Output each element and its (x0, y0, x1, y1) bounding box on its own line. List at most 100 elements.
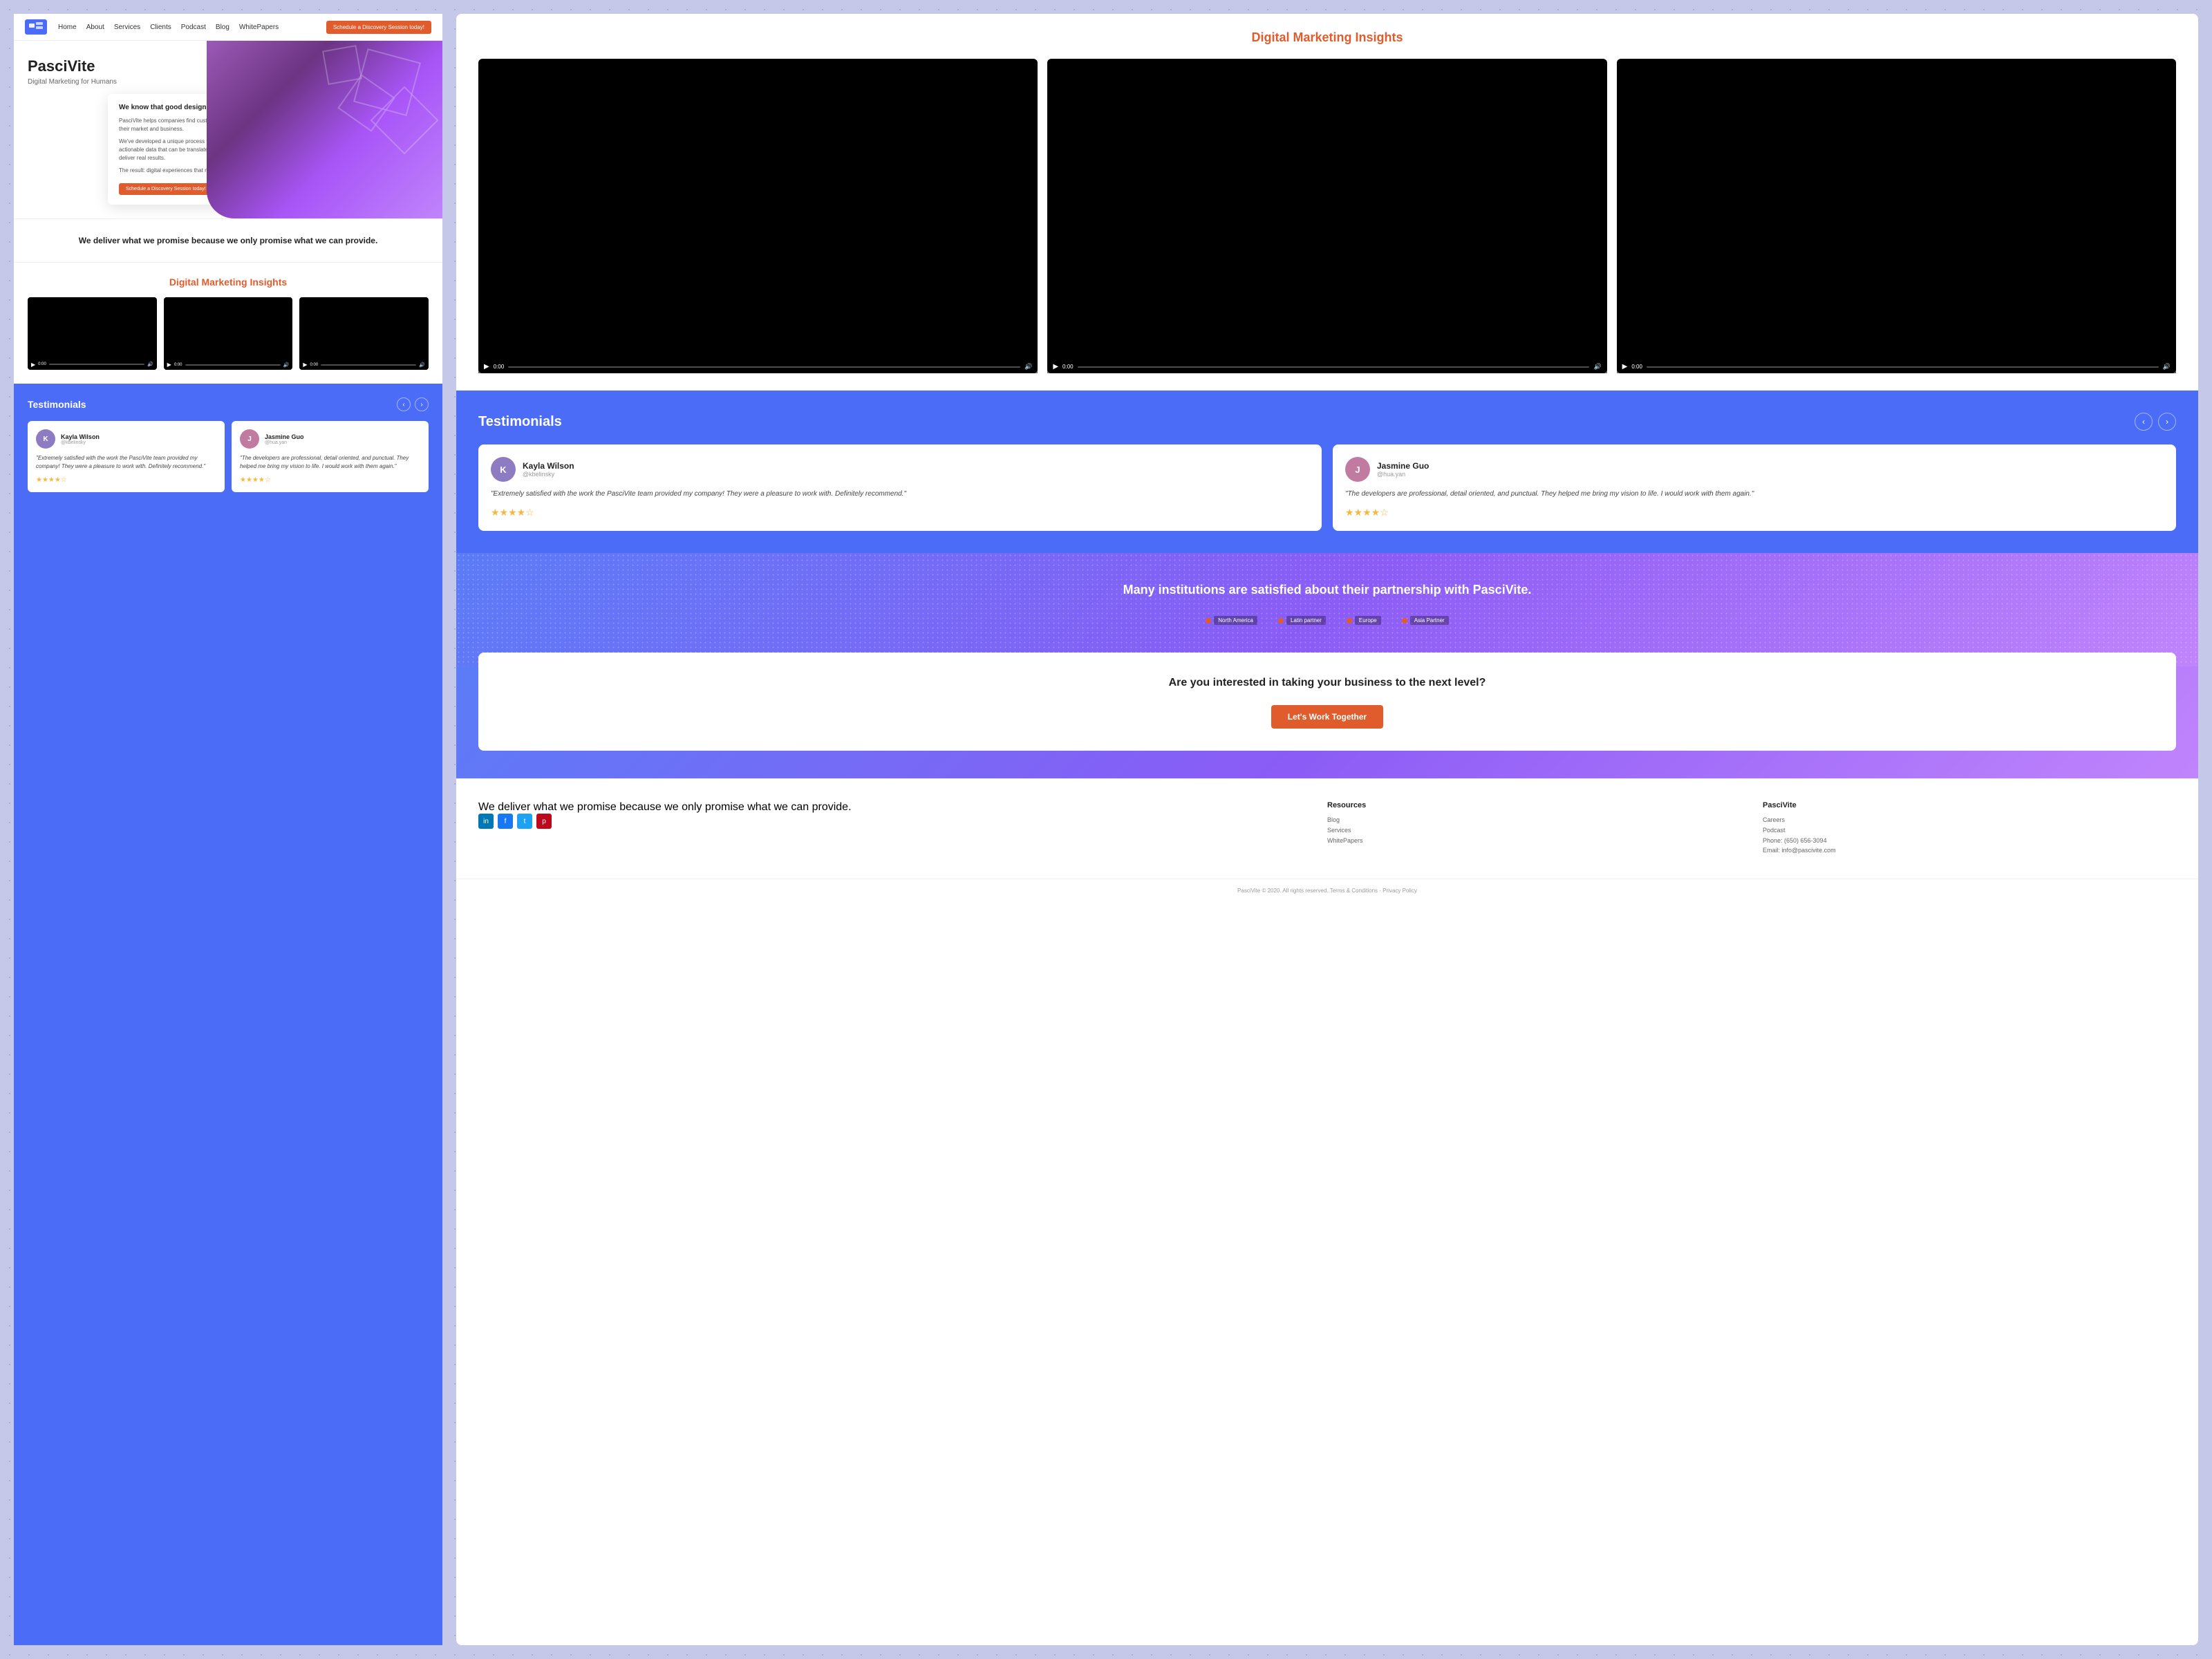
play-icon-3[interactable]: ▶ (303, 362, 307, 368)
testimonials-header-left: Testimonials ‹ › (28, 397, 429, 411)
reviewer-1-left: K Kayla Wilson @kbelinsky (36, 429, 216, 449)
hero-cta-button[interactable]: Schedule a Discovery Session today! (119, 183, 213, 195)
reviewer-name-2-left: Jasmine Guo (265, 433, 304, 440)
reviewer-role-1-right: @kbelinsky (523, 471, 574, 478)
testimonial-card-1-right: K Kayla Wilson @kbelinsky "Extremely sat… (478, 444, 1322, 531)
insights-section-left: Digital Marketing Insights ▶ 0:00 🔊 ▶ 0:… (14, 262, 442, 384)
stars-1-left: ★★★★☆ (36, 476, 216, 484)
next-testimonial-left[interactable]: › (415, 397, 429, 411)
footer-link-services[interactable]: Services (1327, 827, 1741, 834)
play-icon-r2[interactable]: ▶ (1053, 363, 1058, 371)
time-r3: 0:00 (1631, 364, 1642, 370)
marker-dot-2 (1278, 618, 1284, 624)
nav-podcast[interactable]: Podcast (181, 24, 206, 31)
play-icon-r3[interactable]: ▶ (1622, 363, 1628, 371)
testimonial-cards-left: K Kayla Wilson @kbelinsky "Extremely sat… (28, 421, 429, 492)
volume-icon-3[interactable]: 🔊 (419, 362, 425, 368)
nav-whitepapers[interactable]: WhitePapers (239, 24, 279, 31)
testimonial-text-1-right: "Extremely satisfied with the work the P… (491, 489, 1309, 500)
testimonials-nav-right: ‹ › (2135, 413, 2176, 431)
map-dots-background (456, 553, 2198, 666)
prev-testimonial-left[interactable]: ‹ (397, 397, 411, 411)
reviewer-name-1-right: Kayla Wilson (523, 461, 574, 471)
nav-home[interactable]: Home (58, 24, 77, 31)
insights-title-right: Digital Marketing Insights (478, 30, 2176, 45)
testimonials-title-right: Testimonials (478, 414, 562, 430)
marker-label-3: Europe (1355, 616, 1381, 625)
nav-clients[interactable]: Clients (150, 24, 171, 31)
hero-subtitle: Digital Marketing for Humans (28, 78, 208, 86)
reviewer-role-2-left: @hua.yan (265, 440, 304, 445)
social-facebook[interactable]: f (498, 814, 513, 829)
video-1-controls-right: ▶ 0:00 🔊 (478, 360, 1038, 373)
decorative-shape-3 (322, 45, 362, 85)
testimonial-card-2-left: J Jasmine Guo @hua.yan "The developers a… (232, 421, 429, 492)
prev-testimonial-right[interactable]: ‹ (2135, 413, 2153, 431)
hero-content: PasciVite Digital Marketing for Humans (28, 57, 208, 86)
map-markers-right: North America Latin partner Europe Asia … (478, 616, 2176, 625)
promise-text: We deliver what we promise because we on… (28, 236, 429, 245)
volume-icon-1[interactable]: 🔊 (147, 362, 153, 367)
video-3-left[interactable]: ▶ 0:00 🔊 (299, 297, 429, 370)
video-3-controls-right: ▶ 0:00 🔊 (1617, 360, 2176, 373)
footer-bottom: PasciVite © 2020. All rights reserved. T… (456, 879, 2198, 902)
play-icon-r1[interactable]: ▶ (484, 363, 489, 371)
social-pinterest[interactable]: p (536, 814, 552, 829)
footer-about-text: We deliver what we promise because we on… (478, 801, 1305, 814)
volume-icon-r1[interactable]: 🔊 (1024, 363, 1032, 371)
volume-icon-2[interactable]: 🔊 (283, 362, 290, 368)
footer-pascivite-col: PasciVite Careers Podcast Phone: (650) 6… (1763, 801, 2176, 856)
footer-link-blog[interactable]: Blog (1327, 816, 1741, 823)
volume-icon-r3[interactable]: 🔊 (2163, 363, 2171, 371)
stars-1-right: ★★★★☆ (491, 507, 1309, 518)
nav-services[interactable]: Services (114, 24, 140, 31)
social-icons: in f t p (478, 814, 1305, 829)
insights-title-left: Digital Marketing Insights (28, 276, 429, 288)
reviewer-info-2-left: Jasmine Guo @hua.yan (265, 433, 304, 445)
hero-background (207, 41, 442, 218)
reviewer-1-right: K Kayla Wilson @kbelinsky (491, 457, 1309, 482)
time-2: 0:00 (174, 363, 182, 367)
nav-blog[interactable]: Blog (216, 24, 229, 31)
video-3-right[interactable]: ▶ 0:00 🔊 (1617, 59, 2176, 373)
progress-r1 (508, 366, 1020, 368)
reviewer-name-2-right: Jasmine Guo (1377, 461, 1429, 471)
reviewer-name-1-left: Kayla Wilson (61, 433, 100, 440)
footer-link-whitepapers[interactable]: WhitePapers (1327, 837, 1741, 844)
testimonial-card-1-left: K Kayla Wilson @kbelinsky "Extremely sat… (28, 421, 225, 492)
next-testimonial-right[interactable]: › (2158, 413, 2176, 431)
footer: We deliver what we promise because we on… (456, 778, 2198, 879)
video-2-controls-right: ▶ 0:00 🔊 (1047, 360, 1606, 373)
social-twitter[interactable]: t (517, 814, 532, 829)
video-1-right[interactable]: ▶ 0:00 🔊 (478, 59, 1038, 373)
footer-about-col: We deliver what we promise because we on… (478, 801, 1305, 856)
testimonial-text-1-left: "Extremely satisfied with the work the P… (36, 454, 216, 471)
right-panel: Digital Marketing Insights ▶ 0:00 🔊 ▶ 0:… (456, 14, 2198, 1645)
cta-button-right[interactable]: Let's Work Together (1271, 705, 1383, 729)
video-grid-left: ▶ 0:00 🔊 ▶ 0:00 🔊 ▶ 0:00 (28, 297, 429, 370)
play-icon-1[interactable]: ▶ (31, 362, 35, 368)
video-2-left[interactable]: ▶ 0:00 🔊 (164, 297, 293, 370)
insights-section-right: Digital Marketing Insights ▶ 0:00 🔊 ▶ 0:… (456, 14, 2198, 391)
marker-label-2: Latin partner (1286, 616, 1326, 625)
footer-link-podcast[interactable]: Podcast (1763, 827, 2176, 834)
reviewer-info-2-right: Jasmine Guo @hua.yan (1377, 461, 1429, 478)
progress-3 (321, 364, 416, 366)
nav-cta-button[interactable]: Schedule a Discovery Session today! (326, 21, 431, 34)
footer-phone: Phone: (650) 656-3094 (1763, 837, 2176, 844)
testimonial-text-2-left: "The developers are professional, detail… (240, 454, 420, 471)
footer-link-careers[interactable]: Careers (1763, 816, 2176, 823)
time-3: 0:00 (310, 363, 318, 367)
video-2-controls: ▶ 0:00 🔊 (164, 359, 293, 370)
marker-label-1: North America (1214, 616, 1257, 625)
logo[interactable] (25, 19, 47, 35)
testimonials-header-right: Testimonials ‹ › (478, 413, 2176, 431)
social-linkedin[interactable]: in (478, 814, 494, 829)
volume-icon-r2[interactable]: 🔊 (1593, 363, 1601, 371)
video-2-right[interactable]: ▶ 0:00 🔊 (1047, 59, 1606, 373)
video-3-controls: ▶ 0:00 🔊 (299, 359, 429, 370)
video-1-left[interactable]: ▶ 0:00 🔊 (28, 297, 157, 370)
avatar-kayla-left: K (36, 429, 55, 449)
play-icon-2[interactable]: ▶ (167, 362, 171, 368)
nav-about[interactable]: About (86, 24, 104, 31)
